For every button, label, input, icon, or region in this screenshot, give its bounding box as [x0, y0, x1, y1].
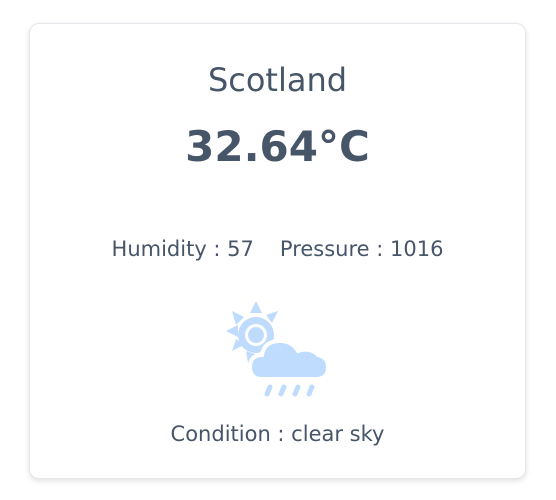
pressure-text: Pressure : 1016 [279, 237, 444, 261]
weather-card: Scotland 32.64°C Humidity : 57 Pressure :… [29, 23, 526, 479]
weather-stats: Humidity : 57 Pressure : 1016 [30, 236, 525, 262]
city-name: Scotland [207, 61, 348, 99]
sun-behind-rain-cloud-icon [218, 299, 338, 399]
temperature-value: 32.64°C [185, 122, 370, 171]
humidity-text: Humidity : 57 [111, 237, 254, 261]
condition-text: Condition : clear sky [170, 422, 385, 446]
